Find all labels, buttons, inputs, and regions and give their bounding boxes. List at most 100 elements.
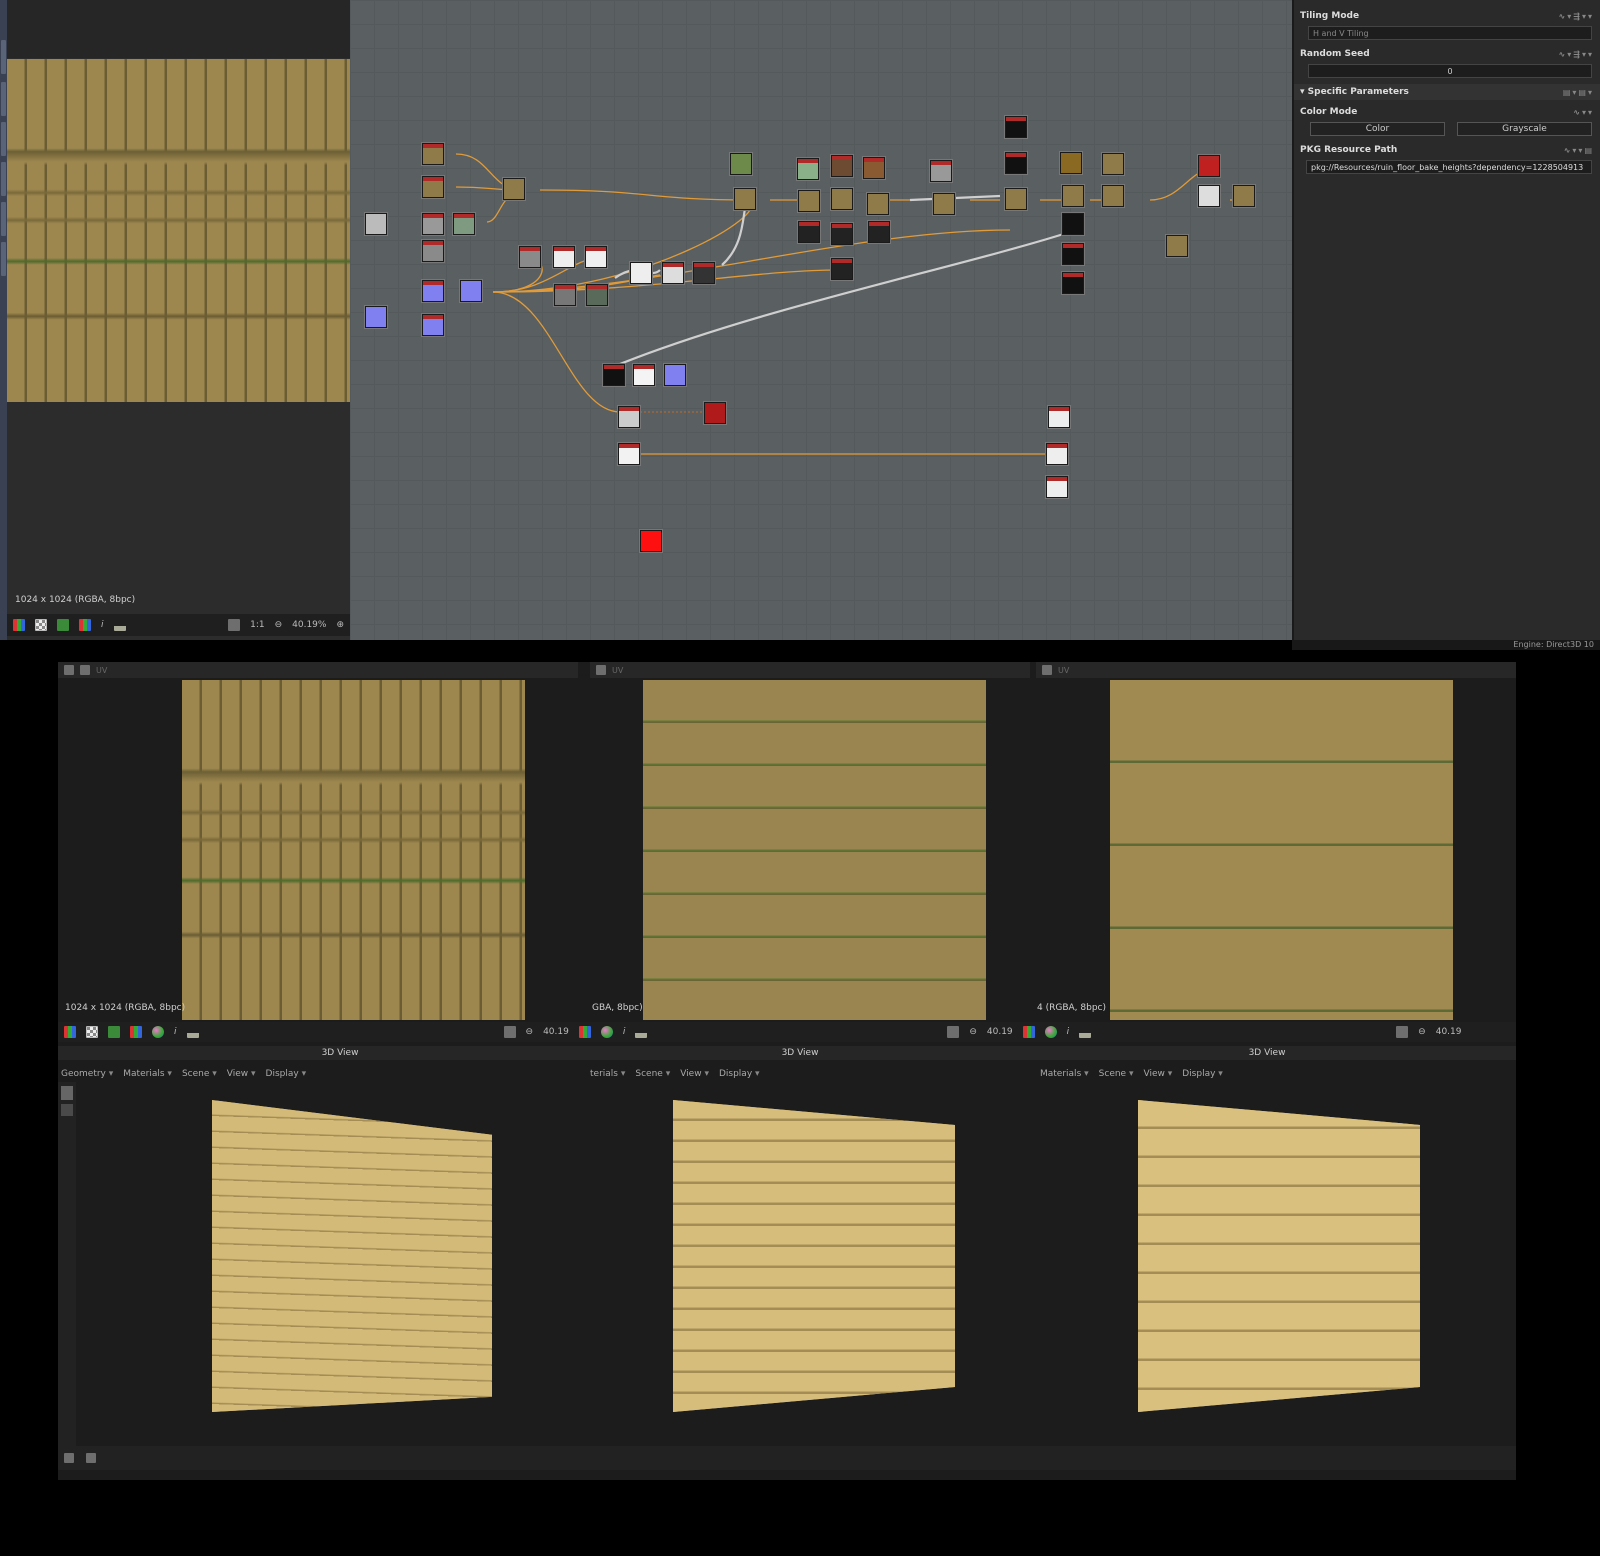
menu-materials[interactable]: terials bbox=[590, 1069, 625, 1079]
graph-node[interactable] bbox=[704, 402, 726, 424]
graph-node[interactable] bbox=[693, 262, 715, 284]
zoom-out-icon[interactable]: ⊖ bbox=[1418, 1027, 1426, 1037]
section-controls-icon[interactable]: ▤▾▤▾ bbox=[1563, 88, 1594, 97]
graph-node[interactable] bbox=[734, 188, 756, 210]
graph-node[interactable] bbox=[798, 190, 820, 212]
graph-node[interactable] bbox=[1005, 116, 1027, 138]
menu-scene[interactable]: Scene bbox=[1099, 1069, 1134, 1079]
histogram-icon[interactable] bbox=[635, 1026, 648, 1038]
graph-node[interactable] bbox=[553, 246, 575, 268]
info-icon[interactable]: i bbox=[1067, 1027, 1070, 1037]
graph-node[interactable] bbox=[618, 443, 640, 465]
color-mode-color-button[interactable]: Color bbox=[1310, 122, 1445, 136]
graph-node[interactable] bbox=[365, 213, 387, 235]
info-icon[interactable]: i bbox=[101, 620, 104, 630]
graph-node[interactable] bbox=[930, 160, 952, 182]
3d-mesh-tile-floor[interactable] bbox=[1138, 1100, 1420, 1412]
menu-materials[interactable]: Materials bbox=[1040, 1069, 1089, 1079]
graph-node[interactable] bbox=[1005, 152, 1027, 174]
graph-node[interactable] bbox=[1062, 185, 1084, 207]
checker-icon[interactable] bbox=[86, 1026, 98, 1038]
graph-node[interactable] bbox=[422, 176, 444, 198]
menu-view[interactable]: View bbox=[227, 1069, 256, 1079]
graph-node[interactable] bbox=[422, 240, 444, 262]
uv-tab[interactable]: UV bbox=[1058, 666, 1069, 675]
zoom-value[interactable]: 40.19 bbox=[1436, 1027, 1462, 1037]
graph-node[interactable] bbox=[1005, 188, 1027, 210]
graph-node[interactable] bbox=[831, 258, 853, 280]
menu-display[interactable]: Display bbox=[266, 1069, 307, 1079]
dock-tab[interactable] bbox=[1, 242, 6, 276]
info-icon[interactable]: i bbox=[623, 1027, 626, 1037]
graph-node[interactable] bbox=[1062, 272, 1084, 294]
graph-node[interactable] bbox=[798, 221, 820, 243]
output-node[interactable] bbox=[1046, 443, 1068, 465]
rgb-channels-icon[interactable] bbox=[13, 619, 25, 631]
graph-node[interactable] bbox=[554, 284, 576, 306]
graph-node[interactable] bbox=[422, 280, 444, 302]
param-controls-icon[interactable]: ∿▾▾ bbox=[1573, 108, 1594, 117]
param-controls-icon[interactable]: ∿▾▾▤ bbox=[1564, 146, 1594, 155]
graph-node[interactable] bbox=[422, 314, 444, 336]
menu-view[interactable]: View bbox=[680, 1069, 709, 1079]
light-tool-icon[interactable] bbox=[61, 1086, 73, 1100]
graph-node[interactable] bbox=[618, 406, 640, 428]
graph-node[interactable] bbox=[831, 223, 853, 245]
graph-node[interactable] bbox=[422, 143, 444, 165]
one-to-one-button[interactable]: 1:1 bbox=[250, 620, 264, 630]
view-icon[interactable] bbox=[64, 665, 74, 675]
checker-icon[interactable] bbox=[35, 619, 47, 631]
rgb-toggle-icon[interactable] bbox=[1022, 1026, 1035, 1038]
param-controls-icon[interactable]: ∿▾⇶▾▾ bbox=[1559, 50, 1594, 59]
tiling-mode-select[interactable]: H and V Tiling bbox=[1308, 26, 1592, 40]
fit-icon[interactable] bbox=[228, 619, 241, 631]
menu-display[interactable]: Display bbox=[719, 1069, 760, 1079]
graph-node[interactable] bbox=[603, 364, 625, 386]
graph-node[interactable] bbox=[519, 246, 541, 268]
texture-preview-temple[interactable] bbox=[182, 680, 525, 1020]
histogram-icon[interactable] bbox=[186, 1026, 199, 1038]
node-graph-canvas[interactable] bbox=[350, 0, 1292, 640]
menu-scene[interactable]: Scene bbox=[635, 1069, 670, 1079]
specific-parameters-header[interactable]: ▾ Specific Parameters ▤▾▤▾ bbox=[1294, 84, 1600, 100]
fit-icon[interactable] bbox=[503, 1026, 516, 1038]
fit-icon[interactable] bbox=[947, 1026, 960, 1038]
histogram-icon[interactable] bbox=[1079, 1026, 1092, 1038]
dock-tab[interactable] bbox=[1, 202, 6, 236]
graph-node[interactable] bbox=[422, 213, 444, 235]
graph-node[interactable] bbox=[633, 364, 655, 386]
graph-node[interactable] bbox=[662, 262, 684, 284]
histogram-icon[interactable] bbox=[113, 619, 126, 631]
graph-node[interactable] bbox=[1062, 213, 1084, 235]
zoom-in-icon[interactable]: ⊕ bbox=[336, 620, 344, 630]
random-seed-field[interactable]: 0 bbox=[1308, 64, 1592, 78]
sphere-icon[interactable] bbox=[152, 1026, 164, 1038]
menu-geometry[interactable]: Geometry bbox=[61, 1069, 113, 1079]
graph-node[interactable] bbox=[797, 158, 819, 180]
pick-tool-icon[interactable] bbox=[61, 1104, 73, 1116]
camera-icon[interactable] bbox=[596, 665, 606, 675]
graph-node[interactable] bbox=[585, 246, 607, 268]
dock-tab[interactable] bbox=[1, 40, 6, 74]
menu-materials[interactable]: Materials bbox=[123, 1069, 172, 1079]
info-icon[interactable]: i bbox=[174, 1027, 177, 1037]
graph-node[interactable] bbox=[1102, 153, 1124, 175]
uv-tab[interactable]: UV bbox=[96, 666, 107, 675]
graph-node[interactable] bbox=[933, 193, 955, 215]
color-icon[interactable] bbox=[57, 619, 69, 631]
graph-node[interactable] bbox=[1102, 185, 1124, 207]
graph-node[interactable] bbox=[867, 193, 889, 215]
texture-preview-tile-floor[interactable] bbox=[1110, 680, 1453, 1020]
graph-node[interactable] bbox=[831, 188, 853, 210]
graph-node[interactable] bbox=[503, 178, 525, 200]
pkg-path-field[interactable]: pkg://Resources/ruin_floor_bake_heights?… bbox=[1306, 160, 1592, 174]
dock-tab[interactable] bbox=[1, 162, 6, 196]
dock-tab[interactable] bbox=[1, 122, 6, 156]
graph-node[interactable] bbox=[453, 213, 475, 235]
zoom-out-icon[interactable]: ⊖ bbox=[526, 1027, 534, 1037]
output-node[interactable] bbox=[1048, 406, 1070, 428]
menu-scene[interactable]: Scene bbox=[182, 1069, 217, 1079]
param-controls-icon[interactable]: ∿▾⇶▾▾ bbox=[1559, 12, 1594, 21]
graph-node[interactable] bbox=[1062, 243, 1084, 265]
graph-node[interactable] bbox=[863, 157, 885, 179]
